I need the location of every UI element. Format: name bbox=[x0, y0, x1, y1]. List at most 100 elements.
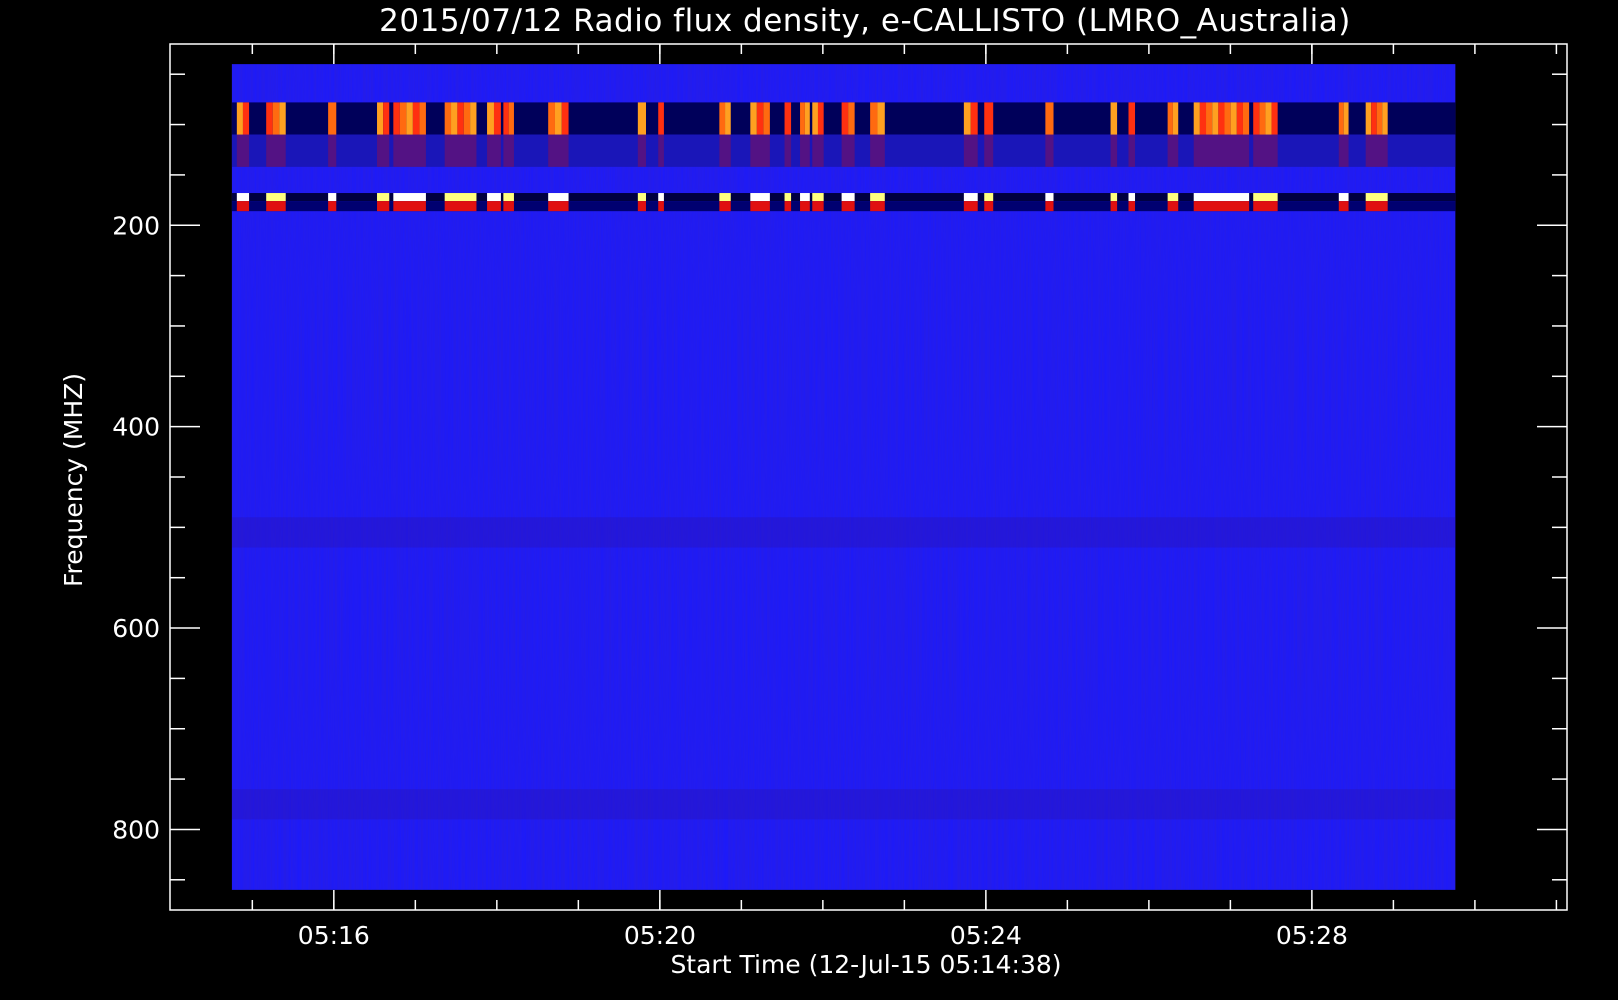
burst-mark bbox=[1338, 102, 1349, 212]
burst-echo bbox=[548, 134, 569, 167]
burst-segment bbox=[1382, 102, 1388, 135]
burst-echo bbox=[870, 134, 885, 167]
burst-segment bbox=[399, 102, 407, 135]
burst-line bbox=[444, 193, 477, 202]
burst-line-lower bbox=[1167, 201, 1179, 212]
burst-echo bbox=[1110, 134, 1118, 167]
burst-segment bbox=[242, 102, 250, 135]
x-tick-label: 05:20 bbox=[624, 921, 696, 950]
burst-segment bbox=[1045, 102, 1054, 135]
burst-line-lower bbox=[487, 201, 501, 212]
burst-segment bbox=[1212, 102, 1219, 135]
burst-echo bbox=[1253, 134, 1278, 167]
burst-segment bbox=[493, 102, 501, 135]
burst-segment bbox=[877, 102, 885, 135]
burst-mark bbox=[1110, 102, 1118, 212]
burst-mark bbox=[377, 102, 390, 212]
burst-echo bbox=[393, 134, 426, 167]
y-tick-label: 400 bbox=[112, 413, 160, 442]
burst-line-lower bbox=[328, 201, 337, 212]
burst-line-lower bbox=[236, 201, 250, 212]
burst-segment bbox=[279, 102, 286, 135]
burst-echo bbox=[719, 134, 731, 167]
x-tick-label: 05:24 bbox=[950, 921, 1022, 950]
burst-echo bbox=[812, 134, 824, 167]
burst-line bbox=[841, 193, 855, 202]
burst-mark bbox=[548, 102, 569, 212]
burst-line-lower bbox=[377, 201, 390, 212]
chart-title: 2015/07/12 Radio flux density, e-CALLIST… bbox=[379, 3, 1351, 39]
burst-line bbox=[487, 193, 501, 202]
burst-segment bbox=[272, 102, 280, 135]
faint-band bbox=[231, 517, 1456, 548]
burst-segment bbox=[1376, 102, 1383, 135]
burst-segment bbox=[1265, 102, 1272, 135]
burst-mark bbox=[963, 102, 978, 212]
burst-line bbox=[750, 193, 770, 202]
burst-segment bbox=[870, 102, 878, 135]
x-tick-label: 05:28 bbox=[1276, 921, 1348, 950]
burst-mark bbox=[984, 102, 994, 212]
burst-segment bbox=[503, 102, 509, 135]
burst-echo bbox=[503, 134, 514, 167]
burst-segment bbox=[1193, 102, 1200, 135]
burst-segment bbox=[804, 102, 810, 135]
burst-segment bbox=[784, 102, 792, 135]
burst-mark bbox=[1128, 102, 1136, 212]
burst-line bbox=[236, 193, 250, 202]
burst-line bbox=[1193, 193, 1250, 202]
burst-line-lower bbox=[1365, 201, 1388, 212]
burst-mark bbox=[800, 102, 810, 212]
burst-segment bbox=[848, 102, 855, 135]
burst-mark bbox=[812, 102, 824, 212]
burst-echo bbox=[266, 134, 286, 167]
burst-line-lower bbox=[750, 201, 770, 212]
burst-segment bbox=[383, 102, 390, 135]
burst-line-lower bbox=[800, 201, 810, 212]
burst-line-lower bbox=[637, 201, 646, 212]
burst-echo bbox=[1365, 134, 1388, 167]
burst-line bbox=[637, 193, 646, 202]
burst-line bbox=[719, 193, 731, 202]
burst-echo bbox=[1128, 134, 1136, 167]
burst-line bbox=[503, 193, 514, 202]
burst-echo bbox=[444, 134, 477, 167]
y-axis-label: Frequency (MHZ) bbox=[59, 373, 88, 587]
burst-mark bbox=[236, 102, 250, 212]
burst-mark bbox=[393, 102, 426, 212]
burst-line-lower bbox=[1045, 201, 1054, 212]
burst-mark bbox=[328, 102, 337, 212]
spectrogram-plot bbox=[231, 64, 1456, 890]
burst-echo bbox=[984, 134, 994, 167]
burst-line bbox=[1365, 193, 1388, 202]
burst-segment bbox=[637, 102, 646, 135]
burst-mark bbox=[784, 102, 792, 212]
burst-line-lower bbox=[870, 201, 885, 212]
spectrogram-noise bbox=[231, 64, 1456, 890]
burst-line-lower bbox=[841, 201, 855, 212]
burst-segment bbox=[561, 102, 569, 135]
burst-segment bbox=[841, 102, 849, 135]
burst-segment bbox=[1371, 102, 1377, 135]
burst-mark bbox=[444, 102, 477, 212]
burst-echo bbox=[1193, 134, 1250, 167]
burst-line-lower bbox=[503, 201, 514, 212]
burst-echo bbox=[487, 134, 501, 167]
burst-segment bbox=[1338, 102, 1344, 135]
burst-segment bbox=[393, 102, 400, 135]
burst-line bbox=[1110, 193, 1118, 202]
burst-segment bbox=[406, 102, 413, 135]
burst-segment bbox=[1218, 102, 1225, 135]
burst-segment bbox=[328, 102, 337, 135]
burst-line-lower bbox=[812, 201, 824, 212]
burst-segment bbox=[658, 102, 664, 135]
burst-mark bbox=[841, 102, 855, 212]
burst-segment bbox=[419, 102, 426, 135]
burst-segment bbox=[470, 102, 477, 135]
burst-segment bbox=[236, 102, 243, 135]
burst-echo bbox=[1045, 134, 1054, 167]
burst-line-lower bbox=[1338, 201, 1349, 212]
burst-line bbox=[377, 193, 390, 202]
burst-line-lower bbox=[548, 201, 569, 212]
burst-line bbox=[1045, 193, 1054, 202]
